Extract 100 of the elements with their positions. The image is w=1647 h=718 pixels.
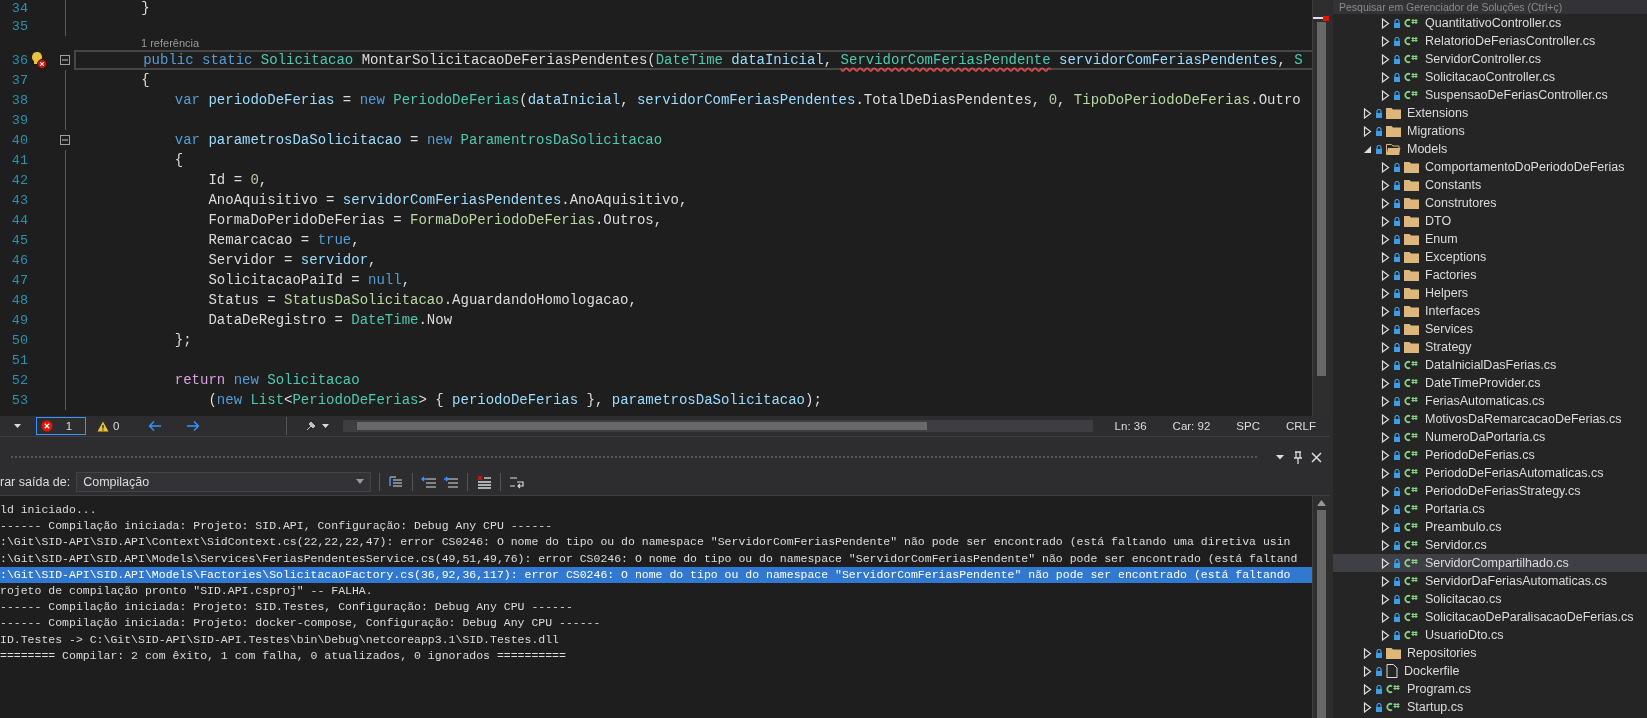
collapsed-arrow-icon[interactable] — [1363, 647, 1372, 659]
collapsed-arrow-icon[interactable] — [1381, 323, 1390, 335]
collapsed-arrow-icon[interactable] — [1363, 107, 1372, 119]
tree-item[interactable]: Repositories — [1333, 644, 1647, 662]
previous-message-icon[interactable] — [421, 474, 438, 489]
collapsed-arrow-icon[interactable] — [1381, 161, 1390, 173]
scrollbar[interactable] — [1312, 0, 1330, 416]
tree-item[interactable]: Program.cs — [1333, 680, 1647, 698]
tree-item[interactable]: Startup.cs — [1333, 698, 1647, 716]
tree-item[interactable]: Preambulo.cs — [1333, 518, 1647, 536]
scrollbar[interactable] — [1312, 496, 1330, 718]
collapsed-arrow-icon[interactable] — [1381, 431, 1390, 443]
collapsed-arrow-icon[interactable] — [1381, 575, 1390, 587]
tree-item[interactable]: Factories — [1333, 266, 1647, 284]
dropdown-caret-icon[interactable] — [1275, 453, 1285, 461]
tree-item[interactable]: PeriodoDeFeriasStrategy.cs — [1333, 482, 1647, 500]
horizontal-scrollbar[interactable] — [343, 420, 1093, 432]
collapsed-arrow-icon[interactable] — [1381, 251, 1390, 263]
collapsed-arrow-icon[interactable] — [1381, 485, 1390, 497]
tree-item[interactable]: RelatorioDeFeriasController.cs — [1333, 32, 1647, 50]
tree-item[interactable]: Dockerfile — [1333, 662, 1647, 680]
collapse-icon[interactable] — [60, 135, 70, 145]
collapsed-arrow-icon[interactable] — [1363, 125, 1372, 137]
tree-item[interactable]: SolicitacaoController.cs — [1333, 68, 1647, 86]
next-message-icon[interactable] — [443, 474, 460, 489]
collapsed-arrow-icon[interactable] — [1381, 233, 1390, 245]
back-arrow-icon[interactable] — [148, 420, 163, 432]
tree-item[interactable]: PeriodoDeFerias.cs — [1333, 446, 1647, 464]
go-to-line-icon[interactable] — [388, 474, 405, 489]
codelens-reference[interactable]: 1 referência — [141, 37, 200, 49]
collapsed-arrow-icon[interactable] — [1381, 449, 1390, 461]
collapsed-arrow-icon[interactable] — [1381, 395, 1390, 407]
collapsed-arrow-icon[interactable] — [1363, 683, 1372, 695]
collapsed-arrow-icon[interactable] — [1381, 557, 1390, 569]
tree-item[interactable]: FeriasAutomaticas.cs — [1333, 392, 1647, 410]
collapsed-arrow-icon[interactable] — [1381, 521, 1390, 533]
scroll-up-icon[interactable] — [1317, 500, 1326, 506]
collapsed-arrow-icon[interactable] — [1381, 269, 1390, 281]
tree-item[interactable]: DateTimeProvider.cs — [1333, 374, 1647, 392]
tree-item[interactable]: UsuarioDto.cs — [1333, 626, 1647, 644]
collapsed-arrow-icon[interactable] — [1381, 197, 1390, 209]
collapsed-arrow-icon[interactable] — [1381, 71, 1390, 83]
collapsed-arrow-icon[interactable] — [1381, 53, 1390, 65]
lightbulb-error-icon[interactable] — [30, 51, 48, 69]
errors-filter[interactable]: 1 — [36, 417, 86, 435]
collapsed-arrow-icon[interactable] — [1381, 467, 1390, 479]
collapsed-arrow-icon[interactable] — [1363, 701, 1372, 713]
clear-all-icon[interactable] — [476, 474, 493, 489]
collapsed-arrow-icon[interactable] — [1381, 305, 1390, 317]
collapsed-arrow-icon[interactable] — [1381, 287, 1390, 299]
pin-icon[interactable] — [1293, 450, 1303, 464]
tree-item[interactable]: Extensions — [1333, 104, 1647, 122]
tree-item[interactable]: Exceptions — [1333, 248, 1647, 266]
tree-item[interactable]: MotivosDaRemarcacaoDeFerias.cs — [1333, 410, 1647, 428]
tree-item[interactable]: Construtores — [1333, 194, 1647, 212]
collapsed-arrow-icon[interactable] — [1381, 215, 1390, 227]
collapsed-arrow-icon[interactable] — [1381, 341, 1390, 353]
word-wrap-icon[interactable] — [509, 474, 526, 489]
output-source-dropdown[interactable]: Compilação — [76, 471, 372, 492]
collapsed-arrow-icon[interactable] — [1381, 611, 1390, 623]
search-field[interactable]: Pesquisar em Gerenciador de Soluções (Ctrl+ç) — [1333, 0, 1647, 14]
tree-item[interactable]: Strategy — [1333, 338, 1647, 356]
tree-item[interactable]: Interfaces — [1333, 302, 1647, 320]
tree-item[interactable]: DTO — [1333, 212, 1647, 230]
brush-icon[interactable] — [305, 420, 332, 432]
tree-item[interactable]: Portaria.cs — [1333, 500, 1647, 518]
tree-item[interactable]: ServidorDaFeriasAutomaticas.cs — [1333, 572, 1647, 590]
tree-item[interactable]: Migrations — [1333, 122, 1647, 140]
collapsed-arrow-icon[interactable] — [1381, 359, 1390, 371]
tree-item[interactable]: SuspensaoDeFeriasController.cs — [1333, 86, 1647, 104]
collapsed-arrow-icon[interactable] — [1381, 413, 1390, 425]
collapsed-arrow-icon[interactable] — [1381, 35, 1390, 47]
tree-item[interactable]: Solicitacao.cs — [1333, 590, 1647, 608]
tree-item[interactable]: ComportamentoDoPeriodoDeFerias — [1333, 158, 1647, 176]
tree-item[interactable]: NumeroDaPortaria.cs — [1333, 428, 1647, 446]
forward-arrow-icon[interactable] — [186, 420, 201, 432]
close-icon[interactable] — [1311, 451, 1322, 463]
tree-item[interactable]: QuantitativoController.cs — [1333, 14, 1647, 32]
collapsed-arrow-icon[interactable] — [1381, 629, 1390, 641]
tree-item[interactable]: PeriodoDeFeriasAutomaticas.cs — [1333, 464, 1647, 482]
tree-item[interactable]: Models — [1333, 140, 1647, 158]
collapsed-arrow-icon[interactable] — [1381, 503, 1390, 515]
tree-item[interactable]: ServidorController.cs — [1333, 50, 1647, 68]
collapsed-arrow-icon[interactable] — [1381, 17, 1390, 29]
tree-item[interactable]: ServidorCompartilhado.cs — [1333, 554, 1647, 572]
tree-item[interactable]: Enum — [1333, 230, 1647, 248]
tree-item[interactable]: Services — [1333, 320, 1647, 338]
collapsed-arrow-icon[interactable] — [1381, 539, 1390, 551]
collapsed-arrow-icon[interactable] — [1381, 89, 1390, 101]
tree-item[interactable]: SolicitacaoDeParalisacaoDeFerias.cs — [1333, 608, 1647, 626]
collapsed-arrow-icon[interactable] — [1363, 665, 1372, 677]
expanded-arrow-icon[interactable] — [1363, 144, 1372, 154]
tree-item[interactable]: Helpers — [1333, 284, 1647, 302]
collapsed-arrow-icon[interactable] — [1381, 179, 1390, 191]
tree-item[interactable]: Constants — [1333, 176, 1647, 194]
tree-item[interactable]: DataInicialDasFerias.cs — [1333, 356, 1647, 374]
collapse-icon[interactable] — [60, 55, 70, 65]
collapsed-arrow-icon[interactable] — [1381, 593, 1390, 605]
warnings-filter[interactable]: 0 — [92, 417, 125, 435]
tree-item[interactable]: Servidor.cs — [1333, 536, 1647, 554]
